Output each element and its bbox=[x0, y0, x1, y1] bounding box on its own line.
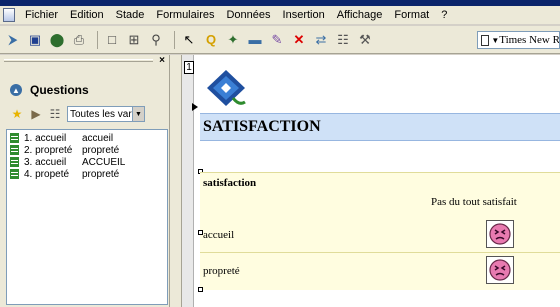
tools-icon[interactable]: ⚒ bbox=[356, 31, 374, 49]
panel-grip[interactable] bbox=[4, 58, 154, 62]
chevron-down-icon[interactable]: ▼ bbox=[132, 107, 144, 121]
question-label: ACCUEIL bbox=[82, 156, 126, 168]
question-title: satisfaction bbox=[203, 177, 257, 189]
table-icon[interactable]: ☷ bbox=[48, 107, 62, 121]
menu-format[interactable]: Format bbox=[388, 9, 435, 21]
panel-title: ▲ Questions bbox=[10, 83, 89, 97]
face-option[interactable] bbox=[486, 220, 514, 248]
question-number: 3. accueil bbox=[24, 156, 67, 168]
paint-icon[interactable]: ✎ bbox=[268, 31, 286, 49]
app-icon[interactable] bbox=[3, 8, 15, 22]
section-title[interactable]: SATISFACTION bbox=[200, 113, 560, 141]
page-margin bbox=[182, 55, 194, 307]
pin-icon[interactable]: ✦ bbox=[224, 31, 242, 49]
menu-formulaires[interactable]: Formulaires bbox=[150, 9, 220, 21]
toolbar-separator bbox=[174, 30, 175, 49]
delete-icon[interactable]: ✕ bbox=[290, 31, 308, 49]
question-icon[interactable]: Q bbox=[202, 31, 220, 49]
menu-donnees[interactable]: Données bbox=[220, 9, 276, 21]
find-icon[interactable]: □ bbox=[103, 31, 121, 49]
new-icon[interactable]: ⮞ bbox=[4, 31, 22, 49]
resize-handle[interactable] bbox=[198, 287, 203, 292]
question-number: 2. propreté bbox=[24, 144, 73, 156]
question-label: propreté bbox=[82, 144, 120, 156]
filter-select-value: Toutes les var bbox=[70, 108, 132, 120]
selection-arrow-icon bbox=[192, 103, 198, 111]
font-selector[interactable]: ▼ Times New Roman bbox=[477, 31, 560, 49]
menu-affichage[interactable]: Affichage bbox=[331, 9, 389, 21]
page-number-tab[interactable]: 1 bbox=[184, 61, 194, 74]
toolbar-separator bbox=[97, 30, 98, 49]
menu-insertion[interactable]: Insertion bbox=[277, 9, 331, 21]
edit-icon[interactable]: ☷ bbox=[334, 31, 352, 49]
question-list-icon bbox=[10, 157, 19, 167]
image-icon[interactable]: ▬ bbox=[246, 31, 264, 49]
question-label: accueil bbox=[82, 132, 114, 144]
list-item[interactable]: 3. accueil ACCUEIL bbox=[10, 156, 164, 168]
menu-fichier[interactable]: Fichier bbox=[19, 9, 64, 21]
filter-row: ★ ▶ ☷ Toutes les var ▼ bbox=[10, 106, 145, 122]
menu-help[interactable]: ? bbox=[435, 9, 453, 21]
font-checkbox[interactable] bbox=[481, 34, 490, 46]
question-label: propreté bbox=[82, 168, 120, 180]
scale-column-header: Pas du tout satisfait bbox=[431, 196, 517, 208]
questions-list: 1. accueil accueil 2. propreté propreté … bbox=[6, 129, 168, 305]
vertical-splitter[interactable] bbox=[170, 55, 182, 307]
row-label: accueil bbox=[203, 229, 235, 241]
question-list-icon bbox=[10, 169, 19, 179]
star-icon[interactable]: ★ bbox=[10, 107, 24, 121]
face-option[interactable] bbox=[486, 256, 514, 284]
unhappy-face-icon bbox=[489, 259, 511, 281]
panel-titlebar: × bbox=[0, 55, 169, 66]
panel-title-text: Questions bbox=[30, 83, 89, 97]
menu-stade[interactable]: Stade bbox=[110, 9, 151, 21]
menu-edition[interactable]: Edition bbox=[64, 9, 110, 21]
logo-icon bbox=[205, 68, 247, 111]
question-number: 4. propeté bbox=[24, 168, 70, 180]
print-icon[interactable]: ⎙ bbox=[70, 31, 88, 49]
question-list-icon bbox=[10, 133, 19, 143]
variables-filter-select[interactable]: Toutes les var ▼ bbox=[67, 106, 145, 122]
preview-icon[interactable]: ⬤ bbox=[48, 31, 66, 49]
chevron-down-icon[interactable]: ▼ bbox=[491, 33, 499, 47]
font-name: Times New Roman bbox=[499, 34, 559, 46]
questions-icon: ▲ bbox=[10, 84, 22, 96]
list-item[interactable]: 4. propeté propreté bbox=[10, 168, 164, 180]
menu-bar: Fichier Edition Stade Formulaires Donnée… bbox=[0, 6, 560, 24]
pointer-icon[interactable]: ↖ bbox=[180, 31, 198, 49]
row-label: propreté bbox=[203, 265, 240, 277]
tag-icon[interactable]: ▶ bbox=[29, 107, 43, 121]
link-icon[interactable]: ⇄ bbox=[312, 31, 330, 49]
question-list-icon bbox=[10, 145, 19, 155]
zoom-icon[interactable]: ⚲ bbox=[147, 31, 165, 49]
layout-icon[interactable]: ⊞ bbox=[125, 31, 143, 49]
unhappy-face-icon bbox=[489, 223, 511, 245]
question-number: 1. accueil bbox=[24, 132, 67, 144]
list-item[interactable]: 2. propreté propreté bbox=[10, 144, 164, 156]
list-item[interactable]: 1. accueil accueil bbox=[10, 132, 164, 144]
row-divider bbox=[200, 252, 560, 253]
close-icon[interactable]: × bbox=[159, 55, 165, 66]
save-icon[interactable]: ▣ bbox=[26, 31, 44, 49]
main-toolbar: ⮞ ▣ ⬤ ⎙ □ ⊞ ⚲ ↖ Q ✦ ▬ ✎ ✕ ⇄ ☷ ⚒ ▼ Times … bbox=[0, 26, 560, 54]
questions-panel: × ▲ Questions ★ ▶ ☷ Toutes les var ▼ 1. … bbox=[0, 55, 170, 307]
